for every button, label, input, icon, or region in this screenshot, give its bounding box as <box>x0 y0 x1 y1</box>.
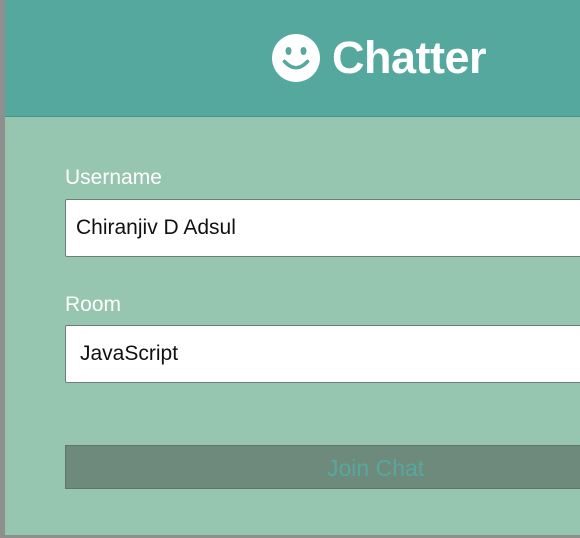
room-label: Room <box>65 293 122 316</box>
brand: Chatter <box>272 32 487 84</box>
app-title: Chatter <box>332 32 487 83</box>
join-chat-label: Join Chat <box>327 455 425 481</box>
username-label: Username <box>65 166 162 189</box>
smile-icon <box>272 34 320 82</box>
join-container: Chatter Username Room Join Chat <box>5 0 580 535</box>
room-input[interactable] <box>65 325 580 383</box>
join-chat-button[interactable]: Join Chat <box>65 445 580 489</box>
username-input[interactable] <box>65 199 580 257</box>
join-header: Chatter <box>5 0 580 117</box>
